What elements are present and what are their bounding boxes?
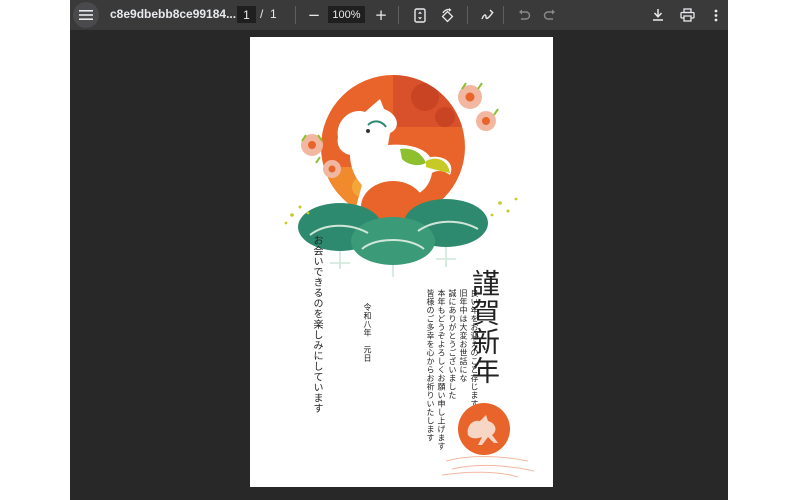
annotate-button[interactable] [476, 4, 498, 26]
toolbar-divider [398, 6, 399, 24]
pdf-page: 謹賀新年 良い年をお迎えのこと存じます 旧年中は大変お世話にな 誠にありがとうご… [250, 37, 553, 487]
horse-seal-stamp [441, 403, 535, 478]
more-vertical-icon [714, 9, 718, 21]
toolbar-divider [467, 6, 468, 24]
pen-icon [480, 9, 494, 19]
page-count: / 1 [260, 7, 277, 21]
page-number-input[interactable]: 1 [237, 6, 256, 23]
total-pages: 1 [270, 7, 277, 21]
print-button[interactable] [676, 4, 698, 26]
hamburger-icon [79, 10, 93, 20]
zoom-in-button[interactable]: + [370, 4, 392, 26]
closing-line: お会いできるのを楽しみにしています [311, 235, 322, 414]
pdf-viewer: c8e9dbebb8ce99184... 1 / 1 − 100% + 謹賀新年… [70, 0, 728, 500]
toolbar-divider [503, 6, 504, 24]
undo-icon [518, 9, 530, 20]
toolbar: c8e9dbebb8ce99184... 1 / 1 − 100% + [70, 0, 728, 30]
rotate-icon [441, 7, 453, 22]
printer-icon [679, 8, 695, 22]
redo-icon [543, 9, 555, 20]
redo-button[interactable] [538, 4, 560, 26]
date-line: 令和八年 元日 [363, 303, 372, 363]
rotate-button[interactable] [436, 4, 458, 26]
fit-page-button[interactable] [409, 4, 431, 26]
toolbar-divider [295, 6, 296, 24]
download-button[interactable] [647, 4, 669, 26]
page-separator: / [260, 7, 264, 21]
zoom-level-input[interactable]: 100% [328, 6, 365, 23]
zoom-out-button[interactable]: − [303, 4, 325, 26]
download-icon [653, 9, 663, 21]
menu-button[interactable] [73, 2, 99, 28]
file-name: c8e9dbebb8ce99184... [110, 7, 237, 21]
fit-page-icon [414, 7, 426, 23]
new-year-illustration [284, 75, 518, 277]
more-options-button[interactable] [705, 4, 727, 26]
undo-button[interactable] [513, 4, 535, 26]
body-line: 皆様のご多幸を心からお祈りいたします [426, 289, 435, 442]
